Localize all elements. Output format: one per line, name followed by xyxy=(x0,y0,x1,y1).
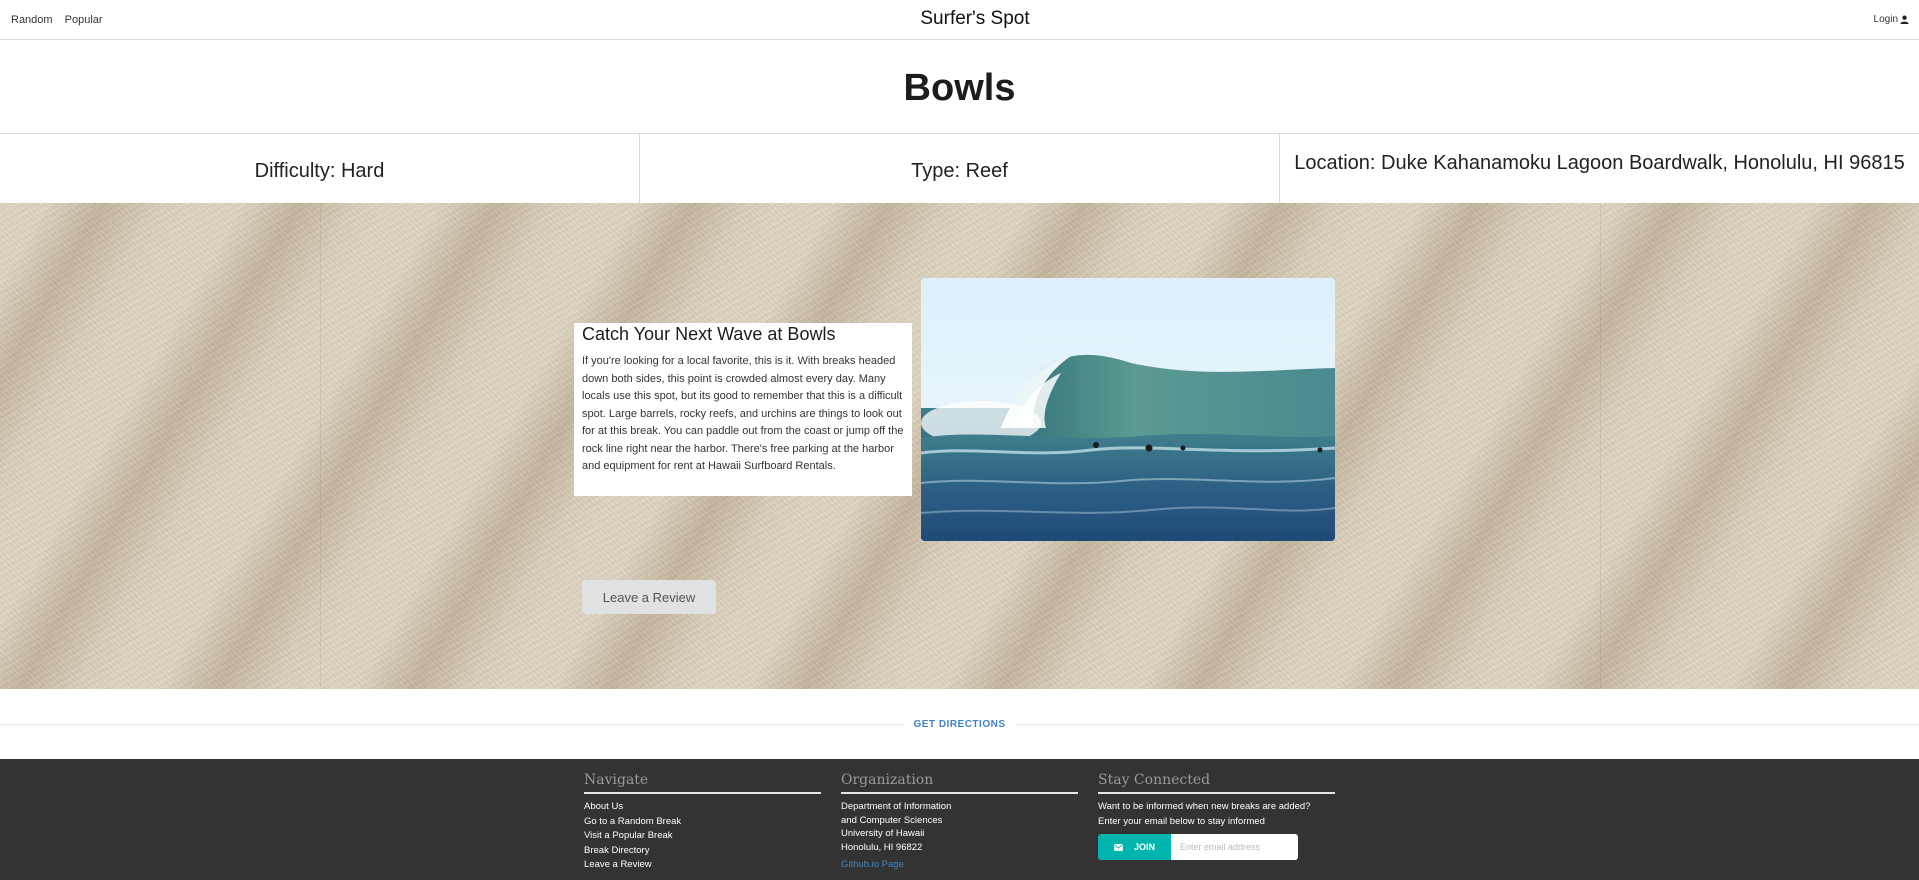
login-link[interactable]: Login xyxy=(1874,14,1909,25)
footer-navigate-list: About Us Go to a Random Break Visit a Po… xyxy=(584,800,821,873)
difficulty-cell: Difficulty: Hard xyxy=(0,134,640,203)
top-nav: Random Popular Surfer's Spot Login xyxy=(0,0,1919,40)
stay-text-line2: Enter your email below to stay informed xyxy=(1098,815,1265,827)
github-page-link[interactable]: Github.io Page xyxy=(841,859,904,870)
sand-tile-edge xyxy=(1600,203,1601,689)
leave-review-button[interactable]: Leave a Review xyxy=(582,580,716,614)
brand-title[interactable]: Surfer's Spot xyxy=(0,8,1919,30)
footer-link-popular[interactable]: Visit a Popular Break xyxy=(584,829,821,844)
description-body: If you're looking for a local favorite, … xyxy=(582,355,904,472)
wave-photo xyxy=(921,278,1335,541)
org-line: Department of Information xyxy=(841,801,952,812)
org-line: University of Hawaii xyxy=(841,828,925,839)
footer-organization-heading: Organization xyxy=(841,772,1078,794)
stay-connected-body: Want to be informed when new breaks are … xyxy=(1098,800,1335,860)
description-heading: Catch Your Next Wave at Bowls xyxy=(582,324,836,344)
footer: Navigate About Us Go to a Random Break V… xyxy=(0,759,1919,880)
location-text: Location: Duke Kahanamoku Lagoon Boardwa… xyxy=(1294,152,1905,174)
stay-text-line1: Want to be informed when new breaks are … xyxy=(1098,801,1311,812)
sand-tile-edge xyxy=(320,203,321,689)
footer-link-review[interactable]: Leave a Review xyxy=(584,858,821,873)
join-label: JOIN xyxy=(1133,842,1155,852)
org-line: Honolulu, HI 96822 xyxy=(841,841,923,853)
footer-link-directory[interactable]: Break Directory xyxy=(584,844,821,859)
difficulty-text: Difficulty: Hard xyxy=(254,160,385,182)
directions-section: GET DIRECTIONS xyxy=(0,689,1919,759)
footer-link-random[interactable]: Go to a Random Break xyxy=(584,815,821,830)
footer-stay-heading: Stay Connected xyxy=(1098,772,1335,794)
org-line: and Computer Sciences xyxy=(841,814,943,826)
title-section: Bowls xyxy=(0,40,1919,134)
mail-icon xyxy=(1114,843,1123,851)
get-directions-link[interactable]: GET DIRECTIONS xyxy=(0,719,1919,730)
newsletter-form: JOIN xyxy=(1098,834,1298,860)
spot-info-strip: Difficulty: Hard Type: Reef Location: Du… xyxy=(0,134,1919,203)
wave-image xyxy=(921,278,1335,541)
footer-link-about[interactable]: About Us xyxy=(584,800,821,815)
footer-organization-column: Organization Department of Information a… xyxy=(841,772,1078,872)
description-card: Catch Your Next Wave at Bowls If you're … xyxy=(574,323,912,496)
type-text: Type: Reef xyxy=(911,160,1008,182)
user-icon xyxy=(1900,15,1909,24)
type-cell: Type: Reef xyxy=(640,134,1280,203)
login-label: Login xyxy=(1873,14,1898,25)
email-input[interactable] xyxy=(1171,834,1298,860)
location-cell: Location: Duke Kahanamoku Lagoon Boardwa… xyxy=(1280,134,1919,203)
footer-stay-connected-column: Stay Connected Want to be informed when … xyxy=(1098,772,1335,860)
footer-navigate-heading: Navigate xyxy=(584,772,821,794)
page-title: Bowls xyxy=(903,67,1016,109)
footer-navigate-column: Navigate About Us Go to a Random Break V… xyxy=(584,772,821,873)
join-button[interactable]: JOIN xyxy=(1098,834,1171,860)
organization-address: Department of Information and Computer S… xyxy=(841,800,1078,872)
